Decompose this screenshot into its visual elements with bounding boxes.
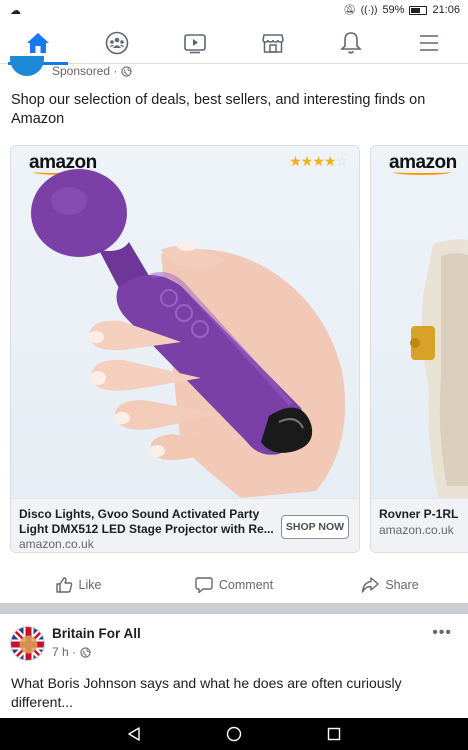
product-domain: amazon.co.uk xyxy=(379,523,454,537)
product-image[interactable]: amazon ★★★★☆ xyxy=(11,146,359,498)
comment-button[interactable]: Comment xyxy=(156,570,312,600)
top-nav xyxy=(0,22,468,65)
advertiser-avatar[interactable] xyxy=(10,56,44,76)
android-navigation-bar xyxy=(0,718,468,750)
union-flag-avatar xyxy=(11,627,44,660)
share-button[interactable]: Share xyxy=(312,570,468,600)
product-title[interactable]: Rovner P-1RL xyxy=(379,507,458,521)
more-options-button[interactable]: ••• xyxy=(432,624,452,642)
nav-marketplace[interactable] xyxy=(243,22,303,64)
share-icon xyxy=(362,577,380,593)
globe-icon xyxy=(80,646,91,658)
nav-watch[interactable] xyxy=(165,22,225,64)
wifi-icon: ((·)) xyxy=(360,4,378,16)
nav-menu[interactable] xyxy=(399,22,459,64)
battery-percent: 59% xyxy=(382,4,405,16)
menu-icon xyxy=(420,35,438,51)
carousel-card[interactable]: amazon ★★★★☆ Disco Lights, Gvoo Sound Ac… xyxy=(10,145,360,553)
like-icon xyxy=(55,577,72,593)
card-footer[interactable]: Disco Lights, Gvoo Sound Activated Party… xyxy=(11,498,359,552)
author-avatar[interactable] xyxy=(10,626,45,661)
nav-notifications[interactable] xyxy=(321,22,381,64)
globe-icon xyxy=(121,65,133,77)
post-time[interactable]: 7 h · xyxy=(52,645,76,659)
feed-divider xyxy=(0,603,468,614)
carousel-card[interactable]: amazon Rovner P-1RL amazon.co.uk xyxy=(370,145,468,553)
product-title[interactable]: Disco Lights, Gvoo Sound Activated Party… xyxy=(19,507,274,537)
recents-button[interactable] xyxy=(284,718,384,750)
marketplace-icon xyxy=(262,34,284,53)
groups-icon xyxy=(105,31,129,55)
clock: 21:06 xyxy=(432,4,460,16)
recents-icon xyxy=(327,727,341,741)
status-icons: 🔕︎ ((·)) 59% 21:06 xyxy=(343,4,460,16)
post-meta: 7 h · xyxy=(52,645,91,659)
post-text: Shop our selection of deals, best seller… xyxy=(11,92,426,127)
home-icon xyxy=(27,33,49,53)
like-button[interactable]: Like xyxy=(0,570,156,600)
back-icon xyxy=(128,727,140,741)
circle-home-icon xyxy=(226,726,242,742)
post-text: What Boris Johnson says and what he does… xyxy=(11,675,402,710)
share-label: Share xyxy=(385,578,419,592)
status-bar: ☁ 🔕︎ ((·)) 59% 21:06 xyxy=(0,0,468,22)
cloud-icon: ☁ xyxy=(10,5,21,17)
comment-icon xyxy=(195,577,213,594)
mute-icon: 🔕︎ xyxy=(343,4,356,16)
comment-label: Comment xyxy=(218,578,274,592)
like-label: Like xyxy=(78,578,102,592)
watch-icon xyxy=(184,34,206,54)
home-nav-button[interactable] xyxy=(184,718,284,750)
shop-now-button[interactable]: SHOP NOW xyxy=(281,515,349,539)
product-illustration xyxy=(410,239,468,498)
product-carousel[interactable]: amazon ★★★★☆ Disco Lights, Gvoo Sound Ac… xyxy=(0,145,468,555)
post-actions: Like Comment Share xyxy=(0,570,468,600)
card-footer[interactable]: Rovner P-1RL amazon.co.uk xyxy=(371,498,468,552)
sponsored-label: Sponsored · xyxy=(52,64,133,78)
product-domain: amazon.co.uk xyxy=(19,537,94,551)
back-button[interactable] xyxy=(84,718,184,750)
author-name[interactable]: Britain For All xyxy=(52,626,141,641)
battery-icon xyxy=(409,5,428,15)
notifications-icon xyxy=(340,32,362,54)
nav-groups[interactable] xyxy=(87,22,147,64)
product-image[interactable]: amazon xyxy=(371,146,468,498)
product-illustration xyxy=(31,169,346,498)
